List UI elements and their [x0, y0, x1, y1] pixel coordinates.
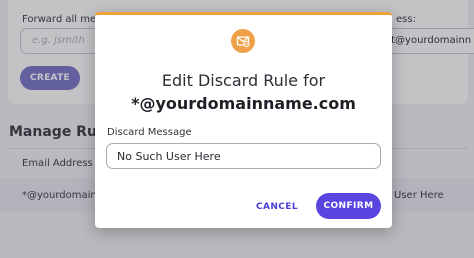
edit-discard-rule-modal: Edit Discard Rule for *@yourdomainname.c… [95, 12, 392, 228]
mail-icon [231, 29, 255, 53]
confirm-button[interactable]: CONFIRM [316, 193, 381, 219]
modal-domain: *@yourdomainname.com [131, 94, 356, 113]
cancel-button[interactable]: CANCEL [245, 195, 309, 219]
discard-message-input[interactable] [106, 143, 381, 169]
modal-title: Edit Discard Rule for [161, 71, 326, 90]
discard-message-label: Discard Message [107, 127, 192, 138]
